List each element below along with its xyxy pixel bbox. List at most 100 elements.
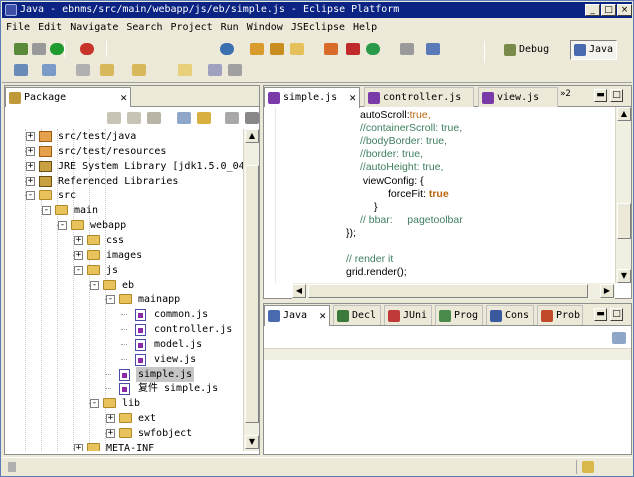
menu-file[interactable]: File bbox=[2, 19, 34, 36]
fast-view-icon[interactable] bbox=[8, 462, 16, 472]
collapse-icon[interactable]: - bbox=[90, 280, 99, 290]
close-tab-icon[interactable]: ✕ bbox=[120, 88, 127, 107]
explorer-scrollbar[interactable]: ▲ ▼ bbox=[243, 129, 259, 451]
editor-hscroll-thumb[interactable] bbox=[308, 284, 588, 298]
prev-annotation-icon[interactable] bbox=[42, 64, 56, 76]
forward-icon[interactable] bbox=[132, 64, 146, 76]
expand-icon[interactable]: + bbox=[74, 235, 83, 245]
debug-perspective-button[interactable]: Debug bbox=[500, 40, 553, 60]
tree-item[interactable]: - js bbox=[5, 263, 243, 278]
dropdown-icon[interactable] bbox=[32, 43, 46, 55]
menu-navigate[interactable]: Navigate bbox=[66, 19, 122, 36]
tree-item[interactable]: + JRE System Library [jdk1.5.0_04] bbox=[5, 159, 243, 174]
refresh-icon[interactable] bbox=[366, 43, 380, 55]
tab-java[interactable]: Java ✕ bbox=[264, 305, 330, 326]
collapse-icon[interactable]: - bbox=[90, 399, 99, 409]
scroll-thumb[interactable] bbox=[245, 165, 259, 423]
new-js-icon[interactable] bbox=[346, 43, 360, 55]
open-resource-icon[interactable] bbox=[270, 43, 284, 55]
tree-item[interactable]: model.js bbox=[5, 337, 243, 352]
tree-item[interactable]: + css bbox=[5, 233, 243, 248]
expand-icon[interactable]: + bbox=[26, 132, 35, 141]
tree-item[interactable]: + ext bbox=[5, 411, 243, 426]
tree-item[interactable]: - lib bbox=[5, 396, 243, 411]
bottom-maximize-button[interactable]: □ bbox=[610, 308, 623, 321]
view-menu-chevron-icon[interactable] bbox=[245, 112, 259, 124]
collapse-icon[interactable]: - bbox=[26, 191, 35, 201]
collapse-icon[interactable]: - bbox=[74, 265, 83, 275]
console-pin-icon[interactable] bbox=[612, 332, 626, 344]
up-nav-icon[interactable] bbox=[147, 112, 161, 124]
collapse-icon[interactable]: - bbox=[58, 221, 67, 231]
minimize-button[interactable]: _ bbox=[585, 4, 600, 16]
save-icon[interactable] bbox=[208, 64, 222, 76]
maximize-button[interactable]: □ bbox=[601, 4, 616, 16]
forward-nav-icon[interactable] bbox=[127, 112, 141, 124]
close-window-button[interactable]: × bbox=[617, 4, 632, 16]
tree-item[interactable]: + src/test/java bbox=[5, 129, 243, 144]
editor-scroll-right-button[interactable]: ▶ bbox=[600, 284, 614, 298]
editor-hscrollbar[interactable]: ◀ ▶ bbox=[292, 283, 615, 299]
tab-simple-js[interactable]: simple.js ✕ bbox=[264, 87, 360, 108]
open-type-icon[interactable] bbox=[250, 43, 264, 55]
hidden-tabs-overflow[interactable]: »2 bbox=[560, 89, 571, 99]
editor-scroll-up-button[interactable]: ▲ bbox=[617, 107, 631, 121]
tab-package-explorer[interactable]: Package Explorer ✕ bbox=[5, 87, 131, 122]
expand-icon[interactable]: + bbox=[26, 161, 35, 171]
expand-icon[interactable]: + bbox=[26, 176, 35, 186]
close-editor-tab-icon[interactable]: ✕ bbox=[349, 88, 356, 107]
tree-item[interactable]: + images bbox=[5, 248, 243, 263]
menu-search[interactable]: Search bbox=[122, 19, 166, 36]
tree-item[interactable]: + src/test/resources bbox=[5, 144, 243, 159]
jseclipse-icon[interactable] bbox=[324, 43, 338, 55]
tree-item[interactable]: - mainapp bbox=[5, 292, 243, 307]
tree-item[interactable]: - webapp bbox=[5, 218, 243, 233]
collapse-icon[interactable]: - bbox=[42, 206, 51, 216]
link-editor-icon[interactable] bbox=[197, 112, 211, 124]
menu-window[interactable]: Window bbox=[243, 19, 287, 36]
tree-item[interactable]: - src bbox=[5, 188, 243, 203]
menu-edit[interactable]: Edit bbox=[34, 19, 66, 36]
editor-scroll-down-button[interactable]: ▼ bbox=[617, 269, 631, 283]
expand-icon[interactable]: + bbox=[106, 414, 115, 424]
new-file-icon[interactable] bbox=[178, 64, 192, 76]
next-annotation-icon[interactable] bbox=[14, 64, 28, 76]
globe-icon[interactable] bbox=[220, 43, 234, 55]
tree-item[interactable]: - eb bbox=[5, 278, 243, 293]
run-icon[interactable] bbox=[50, 43, 64, 55]
scroll-up-button[interactable]: ▲ bbox=[245, 129, 259, 143]
editor-scroll-thumb[interactable] bbox=[617, 203, 631, 239]
brush-icon[interactable] bbox=[290, 43, 304, 55]
tree-item[interactable]: + META-INF bbox=[5, 441, 243, 451]
debug-run-icon[interactable] bbox=[80, 43, 94, 55]
scroll-down-button[interactable]: ▼ bbox=[245, 435, 259, 449]
close-tab-icon[interactable]: ✕ bbox=[319, 306, 326, 325]
expand-icon[interactable]: + bbox=[74, 443, 83, 451]
expand-icon[interactable]: + bbox=[106, 429, 115, 438]
toolbar-window-icon[interactable] bbox=[426, 43, 440, 55]
tab-prob[interactable]: Prob bbox=[537, 305, 583, 325]
bottom-minimize-button[interactable]: ▬ bbox=[594, 308, 607, 321]
menu-project[interactable]: Project bbox=[166, 19, 216, 36]
editor-vscrollbar[interactable]: ▲ ▼ bbox=[615, 107, 631, 283]
back-icon[interactable] bbox=[100, 64, 114, 76]
tree-item[interactable]: simple.js bbox=[5, 366, 243, 382]
tab-prog[interactable]: Prog bbox=[435, 305, 483, 325]
new-wizard-icon[interactable] bbox=[14, 43, 28, 55]
tree-item[interactable]: common.js bbox=[5, 307, 243, 322]
menu-help[interactable]: Help bbox=[349, 19, 381, 36]
editor-maximize-button[interactable]: □ bbox=[610, 89, 623, 102]
bottom-hscroll-track[interactable] bbox=[264, 348, 631, 360]
toolbar-misc-icon[interactable] bbox=[400, 43, 414, 55]
back-nav-icon[interactable] bbox=[107, 112, 121, 124]
editor-scroll-left-button[interactable]: ◀ bbox=[292, 284, 306, 298]
menu-run[interactable]: Run bbox=[217, 19, 243, 36]
code-area[interactable]: autoScroll:true,//containerScroll: true,… bbox=[276, 107, 614, 283]
expand-icon[interactable]: + bbox=[74, 250, 83, 260]
editor-minimize-button[interactable]: ▬ bbox=[594, 89, 607, 102]
tree-item[interactable]: controller.js bbox=[5, 322, 243, 337]
tree-item[interactable]: + swfobject bbox=[5, 426, 243, 441]
tree-item[interactable]: 复件 simple.js bbox=[5, 381, 243, 396]
collapse-icon[interactable]: - bbox=[106, 295, 115, 305]
new-task-icon[interactable] bbox=[582, 461, 594, 473]
